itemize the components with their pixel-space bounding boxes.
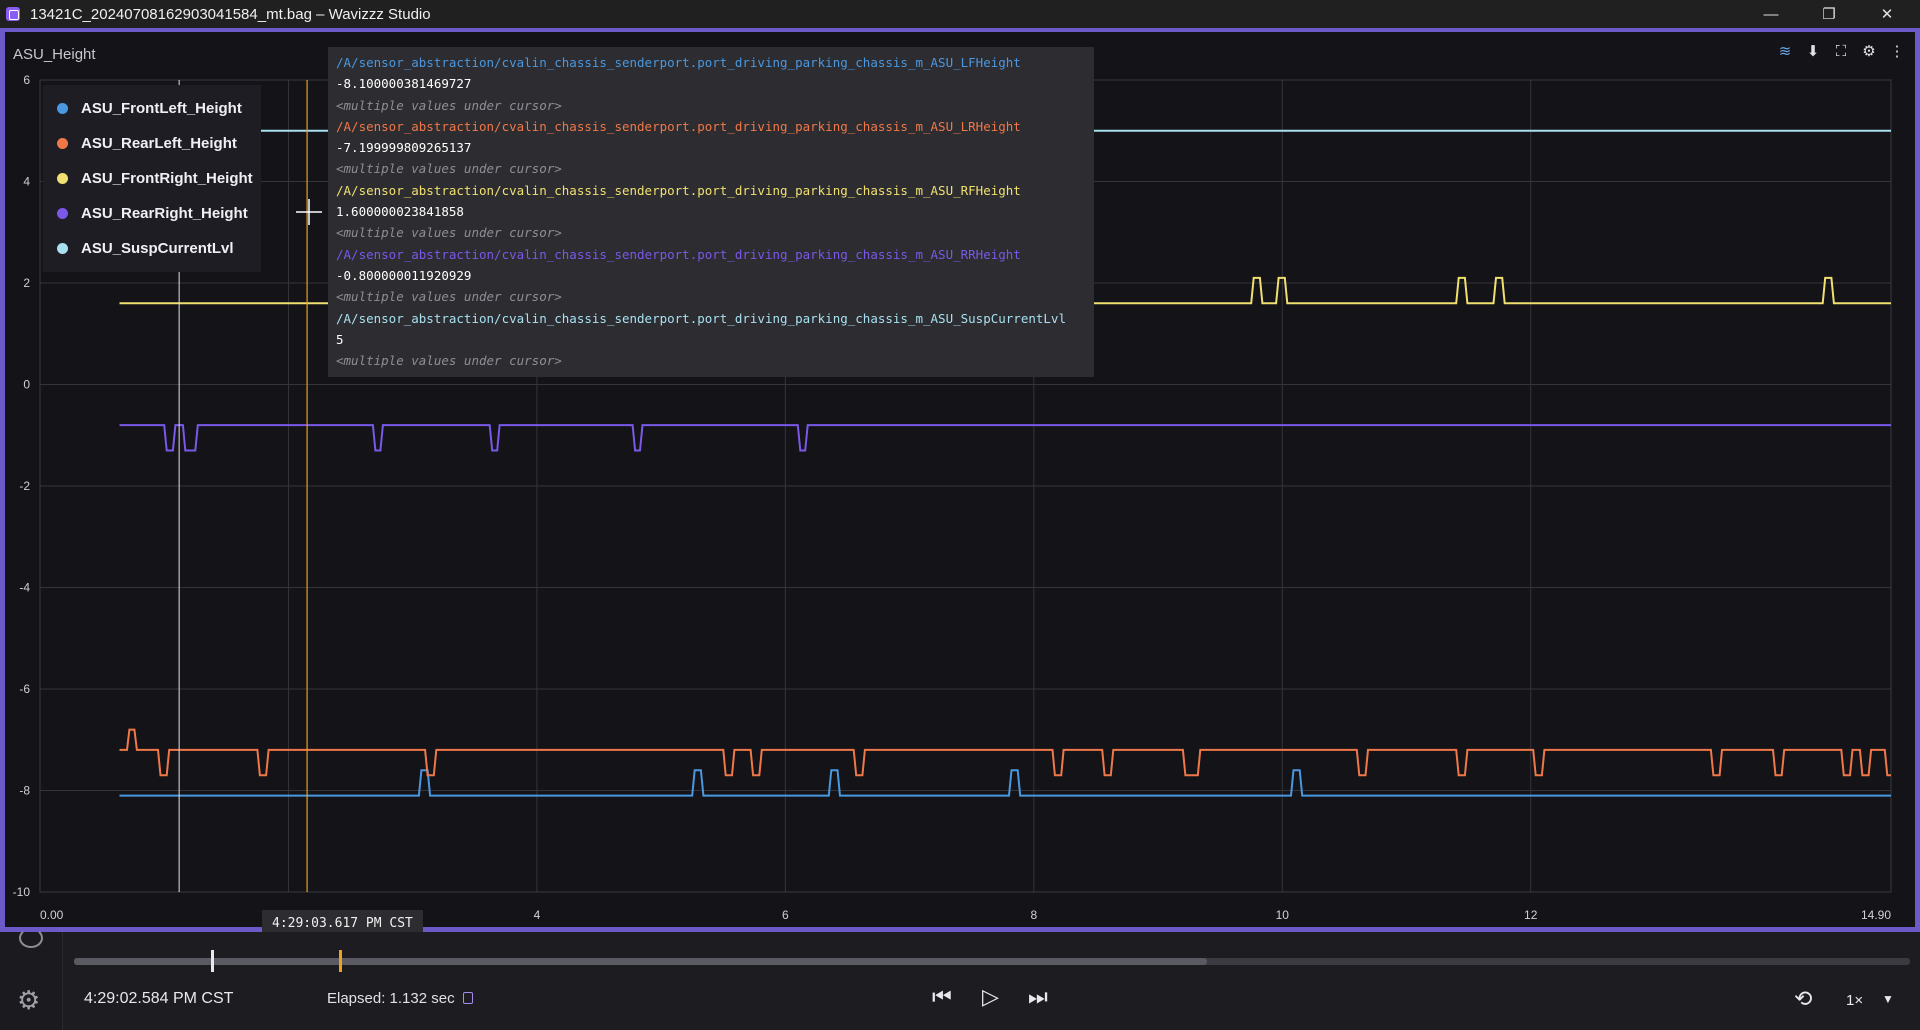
x-tick-label: 12	[1524, 908, 1538, 922]
legend-label: ASU_SuspCurrentLvl	[81, 240, 234, 257]
tooltip-value: 1.600000023841858	[336, 204, 464, 220]
current-time: 4:29:02.584 PM CST	[84, 990, 234, 1007]
scrubber-loaded-range	[74, 958, 1207, 965]
legend-color-dot	[57, 208, 68, 219]
app-icon	[6, 7, 20, 21]
legend-item[interactable]: ASU_FrontRight_Height	[43, 161, 261, 196]
y-tick-label: -8	[19, 784, 30, 798]
scrubber-hover-marker	[339, 950, 342, 972]
chart-legend: ASU_FrontLeft_Height ASU_RearLeft_Height A…	[43, 85, 261, 272]
tooltip-value: -8.100000381469727	[336, 76, 472, 92]
maximize-button[interactable]: ❐	[1800, 0, 1858, 28]
y-tick-label: 0	[23, 378, 30, 392]
y-tick-label: -10	[13, 885, 31, 899]
x-tick-label: 8	[1030, 908, 1037, 922]
legend-item[interactable]: ASU_RearRight_Height	[43, 196, 261, 231]
tooltip-topic: /A/sensor_abstraction/cvalin_chassis_sen…	[336, 55, 1021, 70]
crosshair-icon	[296, 199, 322, 225]
series-line-ASU_FrontLeft_Height	[119, 769, 1891, 797]
series-line-ASU_RearRight_Height	[119, 424, 1891, 452]
tooltip-note: <multiple values under cursor>	[336, 289, 562, 305]
elapsed-label: Elapsed: 1.132 sec	[327, 990, 455, 1007]
title-bar: 13421C_20240708162903041584_mt.bag – Wav…	[0, 0, 1920, 28]
legend-color-dot	[57, 173, 68, 184]
playback-bar	[0, 932, 1920, 1030]
window-title: 13421C_20240708162903041584_mt.bag – Wav…	[30, 5, 431, 23]
x-tick-label: 4	[534, 908, 541, 922]
x-tick-label: 10	[1276, 908, 1290, 922]
tooltip-note: <multiple values under cursor>	[336, 353, 562, 369]
y-tick-label: 6	[23, 73, 30, 87]
legend-label: ASU_RearRight_Height	[81, 205, 248, 222]
y-tick-label: -4	[19, 581, 30, 595]
y-tick-label: -2	[19, 479, 30, 493]
playback-scrubber[interactable]	[74, 958, 1910, 965]
tooltip-value: 5	[336, 331, 344, 347]
tooltip-topic: /A/sensor_abstraction/cvalin_chassis_sen…	[336, 310, 1066, 326]
elapsed-time: Elapsed: 1.132 sec	[327, 990, 473, 1007]
tooltip-note: <multiple values under cursor>	[336, 161, 562, 177]
playback-speed[interactable]: 1×	[1846, 992, 1863, 1009]
hover-tooltip: /A/sensor_abstraction/cvalin_chassis_sen…	[328, 47, 1094, 377]
seek-forward-button[interactable]: ⏭	[1028, 984, 1048, 1010]
close-button[interactable]: ✕	[1858, 0, 1916, 28]
tooltip-topic: /A/sensor_abstraction/cvalin_chassis_sen…	[336, 246, 1021, 262]
tooltip-topic: /A/sensor_abstraction/cvalin_chassis_sen…	[336, 118, 1021, 134]
legend-color-dot	[57, 138, 68, 149]
loop-icon[interactable]: ⟲	[1794, 986, 1812, 1012]
tooltip-note: <multiple values under cursor>	[336, 225, 562, 241]
legend-item[interactable]: ASU_RearLeft_Height	[43, 126, 261, 161]
copy-icon[interactable]	[462, 992, 473, 1004]
tooltip-topic: /A/sensor_abstraction/cvalin_chassis_sen…	[336, 182, 1021, 198]
app-settings-gear-icon[interactable]: ⚙	[17, 985, 40, 1016]
legend-label: ASU_FrontRight_Height	[81, 170, 253, 187]
tooltip-value: -7.199999809265137	[336, 140, 472, 156]
legend-item[interactable]: ASU_FrontLeft_Height	[43, 91, 261, 126]
tooltip-note: <multiple values under cursor>	[336, 97, 562, 113]
series-line-ASU_RearLeft_Height	[119, 728, 1891, 777]
y-tick-label: 4	[23, 175, 30, 189]
x-tick-label: 6	[782, 908, 789, 922]
y-tick-label: 2	[23, 276, 30, 290]
scrubber-playhead[interactable]	[211, 950, 214, 972]
y-tick-label: -6	[19, 682, 30, 696]
x-tick-label: 0.00	[40, 908, 64, 922]
legend-color-dot	[57, 103, 68, 114]
play-button[interactable]: ▷	[982, 984, 999, 1010]
tooltip-value: -0.800000011920929	[336, 267, 472, 283]
x-tick-label: 14.90	[1861, 908, 1891, 922]
seek-back-button[interactable]: ⏮	[932, 984, 952, 1010]
legend-label: ASU_FrontLeft_Height	[81, 100, 242, 117]
legend-item[interactable]: ASU_SuspCurrentLvl	[43, 231, 261, 266]
legend-label: ASU_RearLeft_Height	[81, 135, 237, 152]
legend-color-dot	[57, 243, 68, 254]
chevron-down-icon[interactable]: ▼	[1882, 992, 1894, 1006]
minimize-button[interactable]: —	[1742, 0, 1800, 28]
user-icon[interactable]	[19, 928, 43, 948]
